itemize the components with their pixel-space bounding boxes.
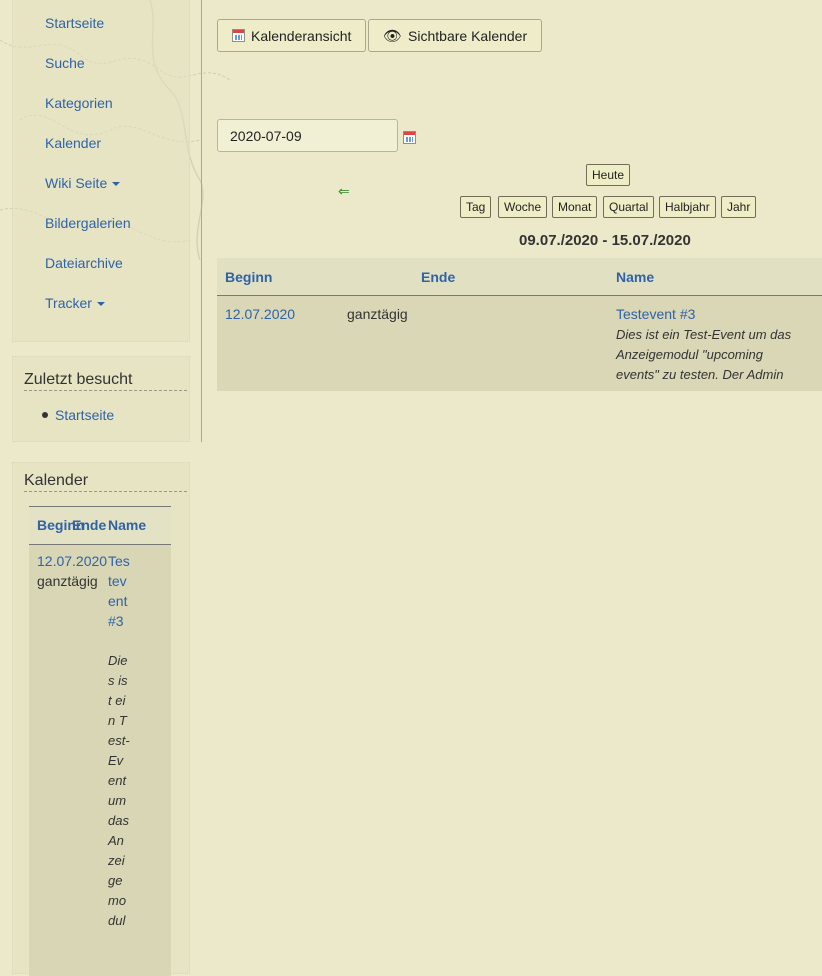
visible-calendars-button[interactable]: 👁 Sichtbare Kalender bbox=[368, 19, 543, 52]
eye-icon: 👁 bbox=[383, 27, 403, 45]
calendar-view-label: Kalenderansicht bbox=[251, 27, 352, 44]
bullet-icon bbox=[42, 412, 48, 418]
side-header-end[interactable]: Ende bbox=[72, 517, 106, 533]
quarter-button[interactable]: Quartal bbox=[603, 196, 655, 218]
previous-arrow-icon[interactable]: ⇐ bbox=[338, 183, 350, 200]
calendar-icon bbox=[232, 29, 245, 42]
event-name-link[interactable]: Testevent #3 bbox=[616, 306, 695, 322]
day-button[interactable]: Tag bbox=[460, 196, 492, 218]
side-calendar-table: Beginn Ende Name 12.07.2020 ganztägig Te… bbox=[29, 506, 171, 976]
year-button[interactable]: Jahr bbox=[721, 196, 757, 218]
recent-title: Zuletzt besucht bbox=[24, 371, 187, 391]
visible-calendars-label: Sichtbare Kalender bbox=[408, 27, 528, 44]
calendar-module-title: Kalender bbox=[24, 472, 187, 492]
nav-item-wiki-seite[interactable]: Wiki Seite bbox=[45, 175, 121, 191]
navigation-module: Startseite Suche Kategorien Kalender Wik… bbox=[12, 0, 190, 342]
events-table: Beginn Ende Name 12.07.2020 ganztägig Te… bbox=[217, 258, 822, 391]
header-end[interactable]: Ende bbox=[421, 269, 455, 285]
events-table-header: Beginn Ende Name bbox=[217, 258, 822, 296]
side-header-name[interactable]: Name bbox=[108, 517, 146, 533]
caret-down-icon bbox=[96, 302, 105, 307]
date-picker-icon[interactable] bbox=[403, 131, 416, 144]
side-event-name[interactable]: Testevent #3 bbox=[108, 551, 130, 631]
recent-item-startseite[interactable]: Startseite bbox=[42, 407, 115, 423]
nav-item-dateiarchive[interactable]: Dateiarchive bbox=[45, 255, 123, 271]
sidebar-divider bbox=[201, 0, 202, 442]
date-input[interactable] bbox=[217, 119, 398, 152]
recent-item-label: Startseite bbox=[55, 407, 115, 423]
nav-item-kategorien[interactable]: Kategorien bbox=[45, 95, 113, 111]
caret-down-icon bbox=[112, 182, 121, 187]
halfyear-button[interactable]: Halbjahr bbox=[659, 196, 716, 218]
side-event-description: Dies ist ein Test-Event um das Anzeigemo… bbox=[108, 653, 130, 928]
nav-item-suche[interactable]: Suche bbox=[45, 55, 85, 71]
nav-item-label: Wiki Seite bbox=[45, 175, 108, 191]
header-begin[interactable]: Beginn bbox=[225, 269, 272, 285]
nav-item-kalender[interactable]: Kalender bbox=[45, 135, 101, 151]
nav-item-bildergalerien[interactable]: Bildergalerien bbox=[45, 215, 131, 231]
nav-item-startseite[interactable]: Startseite bbox=[45, 15, 104, 31]
event-allday: ganztägig bbox=[347, 306, 408, 322]
month-button[interactable]: Monat bbox=[552, 196, 598, 218]
calendar-view-button[interactable]: Kalenderansicht bbox=[217, 19, 367, 52]
header-name[interactable]: Name bbox=[616, 269, 654, 285]
date-range-title: 09.07./2020 - 15.07./2020 bbox=[519, 232, 691, 249]
event-description: Dies ist ein Test-Event um das Anzeigemo… bbox=[616, 327, 792, 382]
today-button[interactable]: Heute bbox=[586, 164, 631, 186]
week-button[interactable]: Woche bbox=[498, 196, 548, 218]
calendar-module: Kalender Beginn Ende Name 12.07.2020 gan… bbox=[12, 462, 190, 976]
nav-item-tracker[interactable]: Tracker bbox=[45, 295, 105, 311]
side-table-header: Beginn Ende Name bbox=[29, 506, 171, 545]
nav-item-label: Tracker bbox=[45, 295, 92, 311]
side-event-allday: ganztägig bbox=[37, 573, 98, 589]
event-date-link[interactable]: 12.07.2020 bbox=[225, 306, 295, 322]
side-event-date[interactable]: 12.07.2020 bbox=[37, 551, 107, 571]
recent-module: Zuletzt besucht Startseite bbox=[12, 356, 190, 442]
